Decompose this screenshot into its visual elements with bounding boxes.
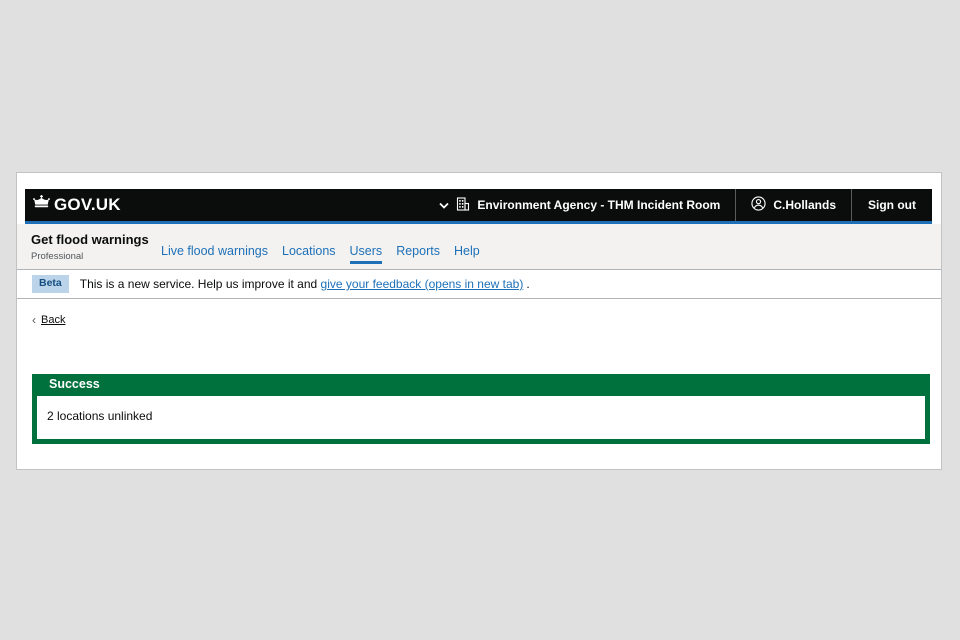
notification-body: 2 locations unlinked — [32, 395, 930, 444]
browser-window: GOV.UK Environment Agency - THM Incident… — [16, 172, 942, 470]
back-link-label: Back — [41, 314, 66, 326]
govuk-logo-text: GOV.UK — [54, 195, 121, 214]
org-label: Environment Agency - THM Incident Room — [477, 198, 721, 212]
crown-icon — [32, 195, 51, 215]
sign-out-link[interactable]: Sign out — [851, 189, 932, 221]
chevron-down-icon — [439, 198, 450, 212]
user-account: C.Hollands — [735, 189, 851, 221]
nav-link-locations[interactable]: Locations — [282, 244, 336, 264]
feedback-link[interactable]: give your feedback (opens in new tab) — [321, 277, 524, 291]
notification-title: Success — [49, 377, 100, 391]
phase-banner-text: This is a new service. Help us improve i… — [80, 277, 530, 291]
org-switcher[interactable]: Environment Agency - THM Incident Room — [439, 189, 735, 221]
nav-link-users[interactable]: Users — [349, 244, 383, 264]
success-notification-banner: Success 2 locations unlinked — [32, 374, 930, 444]
person-icon — [751, 196, 766, 214]
nav-item-help: Help — [454, 242, 480, 264]
desktop-background: GOV.UK Environment Agency - THM Incident… — [0, 0, 960, 640]
nav-link-live-flood-warnings[interactable]: Live flood warnings — [161, 244, 268, 264]
nav-link-help[interactable]: Help — [454, 244, 480, 264]
service-tag: Professional — [31, 251, 84, 262]
user-name: C.Hollands — [773, 198, 836, 212]
notification-message: 2 locations unlinked — [47, 408, 153, 423]
chevron-left-icon: ‹ — [32, 313, 36, 327]
header-right-group: Environment Agency - THM Incident Room C… — [439, 189, 932, 221]
nav-items: Live flood warnings Locations Users Repo… — [161, 224, 480, 269]
nav-item-reports: Reports — [396, 242, 440, 264]
beta-tag: Beta — [32, 275, 69, 293]
govuk-header: GOV.UK Environment Agency - THM Incident… — [25, 189, 932, 224]
service-name-block: Get flood warnings Professional — [17, 224, 161, 269]
back-link[interactable]: ‹ Back — [32, 313, 65, 327]
phase-text-after: . — [526, 277, 530, 291]
nav-item-users: Users — [349, 242, 383, 264]
notification-header: Success — [32, 374, 930, 396]
nav-item-live-flood-warnings: Live flood warnings — [161, 242, 268, 264]
nav-item-locations: Locations — [282, 242, 336, 264]
govuk-logo-link[interactable]: GOV.UK — [32, 195, 121, 215]
building-icon — [456, 196, 470, 214]
nav-link-reports[interactable]: Reports — [396, 244, 440, 264]
phase-banner: Beta This is a new service. Help us impr… — [17, 270, 941, 299]
service-navigation: Get flood warnings Professional Live flo… — [17, 224, 941, 270]
phase-text-before: This is a new service. Help us improve i… — [79, 277, 318, 291]
service-name: Get flood warnings — [31, 232, 149, 247]
